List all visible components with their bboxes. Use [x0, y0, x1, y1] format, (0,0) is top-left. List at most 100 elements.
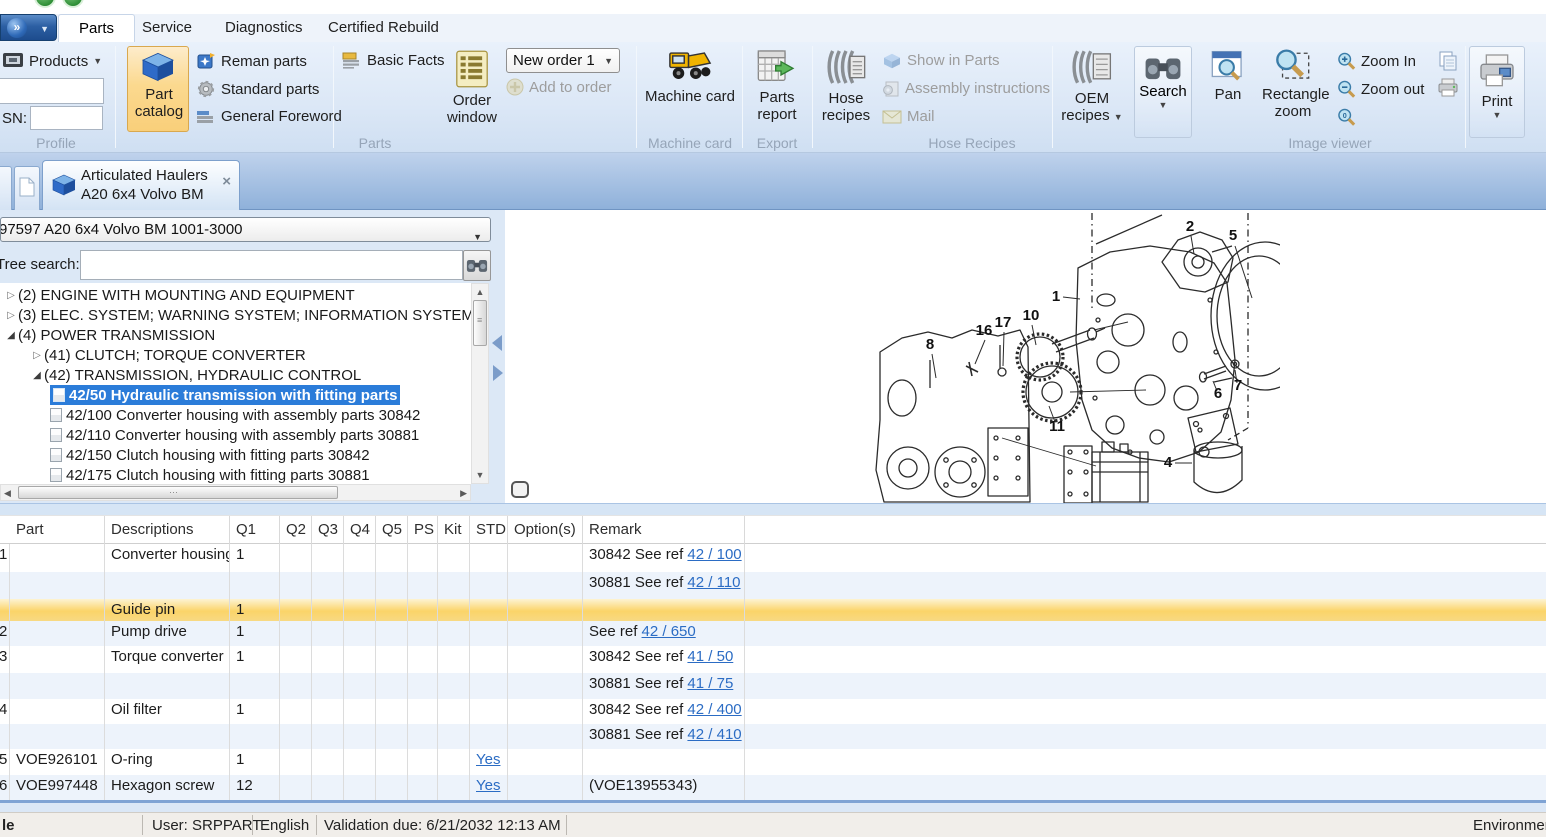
rectangle-zoom-button[interactable]: Rectangle zoom [1262, 46, 1324, 134]
new-order-select[interactable]: New order 1 ▼ [506, 48, 620, 73]
tree-item-leaf[interactable]: 42/110 Converter housing with assembly p… [50, 427, 419, 444]
show-in-parts-button[interactable]: Show in Parts [882, 52, 1000, 69]
close-icon[interactable]: × [222, 173, 231, 190]
tree-item-leaf[interactable]: 42/150 Clutch housing with fitting parts… [50, 447, 370, 464]
profile-input[interactable] [0, 78, 104, 104]
sn-input[interactable] [30, 106, 103, 130]
scroll-down-icon[interactable]: ▼ [472, 470, 488, 480]
see-ref-link[interactable]: 42 / 650 [642, 623, 696, 640]
oem-recipes-button[interactable]: OEM recipes ▼ [1058, 46, 1126, 134]
mail-button[interactable]: Mail [882, 108, 935, 125]
tree-search-button[interactable] [463, 250, 491, 281]
table-row[interactable]: 2Pump drive1See ref 42 / 650 [0, 621, 1546, 646]
tab-service[interactable]: Service [122, 14, 212, 42]
table-row[interactable]: 6VOE997448Hexagon screw12Yes(VOE13955343… [0, 775, 1546, 800]
table-row[interactable]: 30881 See ref 41 / 75 [0, 673, 1546, 699]
column-header[interactable]: Kit [438, 516, 470, 544]
column-header[interactable]: Remark [583, 516, 745, 544]
see-ref-link[interactable]: 42 / 400 [687, 701, 741, 718]
tab-certified-rebuild[interactable]: Certified Rebuild [308, 14, 459, 42]
tree-collapsed-icon[interactable]: ▷ [30, 350, 44, 361]
column-header[interactable]: Part [10, 516, 105, 544]
tree-item[interactable]: ▷(2) ENGINE WITH MOUNTING AND EQUIPMENT [4, 285, 355, 305]
see-ref-link[interactable]: 42 / 110 [687, 574, 740, 591]
table-row[interactable]: 30881 See ref 42 / 410 [0, 724, 1546, 749]
see-ref-link[interactable]: 41 / 50 [687, 648, 733, 665]
tree-collapsed-icon[interactable]: ▷ [4, 310, 18, 321]
model-select[interactable]: 97597 A20 6x4 Volvo BM 1001-3000 ▼ [0, 217, 491, 242]
zoom-in-button[interactable]: Zoom In [1337, 52, 1416, 70]
table-row[interactable]: 1Converter housing130842 See ref 42 / 10… [0, 544, 1546, 572]
tree-expanded-icon[interactable]: ◢ [4, 330, 18, 341]
column-header[interactable]: Q3 [312, 516, 344, 544]
tree-item[interactable]: ◢(42) TRANSMISSION, HYDRAULIC CONTROL [30, 365, 361, 385]
general-foreword-button[interactable]: General Foreword [196, 108, 342, 125]
order-window-button[interactable]: Order window [448, 46, 496, 134]
tab-articulated-haulers[interactable]: Articulated Haulers A20 6x4 Volvo BM × [42, 160, 240, 210]
window-button-icon[interactable] [62, 0, 84, 8]
pan-button[interactable]: Pan [1204, 46, 1252, 134]
see-ref-link[interactable]: 41 / 75 [687, 675, 733, 692]
table-row[interactable]: 5VOE926101O-ring1Yes [0, 749, 1546, 775]
splitter-collapse-left-icon[interactable] [492, 335, 502, 351]
column-header[interactable]: Q4 [344, 516, 376, 544]
reman-parts-button[interactable]: Reman parts [196, 52, 307, 70]
tree-item[interactable]: ▷(3) ELEC. SYSTEM; WARNING SYSTEM; INFOR… [4, 305, 471, 325]
column-header[interactable]: Q2 [280, 516, 312, 544]
column-header[interactable]: STD [470, 516, 508, 544]
see-ref-link[interactable]: 42 / 410 [687, 726, 741, 743]
tree-hscrollbar[interactable]: ◀ ⋯ ▶ [0, 484, 471, 501]
tree-expanded-icon[interactable]: ◢ [30, 370, 44, 381]
add-to-order-button[interactable]: Add to order [506, 78, 612, 96]
scroll-right-icon[interactable]: ▶ [460, 488, 467, 499]
partial-tab[interactable] [0, 166, 12, 210]
quick-print-button[interactable] [1437, 78, 1459, 98]
tab-diagnostics[interactable]: Diagnostics [205, 14, 323, 42]
tree-vscrollbar[interactable]: ▲ ≡ ▼ [471, 283, 489, 484]
tree-item-leaf[interactable]: 42/100 Converter housing with assembly p… [50, 407, 420, 424]
products-button[interactable]: Products ▼ [2, 52, 102, 70]
application-menu-button[interactable]: » ▼ [0, 14, 57, 41]
standard-parts-button[interactable]: Standard parts [196, 80, 319, 98]
tree-collapsed-icon[interactable]: ▷ [4, 290, 18, 301]
copy-image-button[interactable] [1437, 50, 1459, 72]
column-header[interactable]: PS [408, 516, 438, 544]
std-link[interactable]: Yes [476, 777, 500, 794]
tree-item[interactable]: 42/100 Converter housing with assembly p… [50, 405, 420, 425]
table-row[interactable]: 30881 See ref 42 / 110 [0, 572, 1546, 599]
assembly-instructions-button[interactable]: Assembly instructions [882, 80, 1050, 97]
column-header[interactable]: Q1 [230, 516, 280, 544]
window-button-icon[interactable] [34, 0, 56, 8]
tree-item-leaf[interactable]: 42/175 Clutch housing with fitting parts… [50, 467, 370, 484]
new-tab-button[interactable] [14, 166, 40, 210]
tree-item[interactable]: 42/110 Converter housing with assembly p… [50, 425, 419, 445]
tree-item[interactable]: ▷(41) CLUTCH; TORQUE CONVERTER [30, 345, 306, 365]
tree-hscroll-thumb[interactable]: ⋯ [18, 486, 338, 499]
see-ref-link[interactable]: 42 / 100 [687, 546, 741, 563]
splitter-expand-right-icon[interactable] [493, 365, 503, 381]
tree-item[interactable]: 42/150 Clutch housing with fitting parts… [50, 445, 370, 465]
scroll-up-icon[interactable]: ▲ [472, 287, 488, 297]
table-row-highlighted[interactable]: Guide pin1 [0, 599, 1546, 621]
table-row[interactable]: 4Oil filter130842 See ref 42 / 400 [0, 699, 1546, 724]
image-viewer[interactable]: 125816171011674 [505, 210, 1546, 503]
search-button[interactable]: Search ▼ [1134, 46, 1192, 138]
tree-item[interactable]: 42/175 Clutch housing with fitting parts… [50, 465, 370, 484]
tree-item[interactable]: ◢(4) POWER TRANSMISSION [4, 325, 215, 345]
scroll-left-icon[interactable]: ◀ [4, 488, 11, 499]
part-catalog-button[interactable]: Part catalog [127, 46, 189, 132]
tree-vscroll-thumb[interactable]: ≡ [473, 300, 487, 346]
std-link[interactable]: Yes [476, 751, 500, 768]
machine-card-button[interactable]: Machine card [644, 46, 736, 134]
hose-recipes-button[interactable]: Hose recipes [818, 46, 874, 134]
resize-grip[interactable] [511, 481, 529, 498]
tree-search-input[interactable] [80, 250, 463, 280]
column-header[interactable]: Descriptions [105, 516, 230, 544]
tree-item-selected[interactable]: 42/50 Hydraulic transmission with fittin… [50, 385, 400, 405]
zoom-reset-button[interactable]: 0 [1337, 108, 1356, 126]
column-header[interactable]: Option(s) [508, 516, 583, 544]
print-button[interactable]: Print ▼ [1469, 46, 1525, 138]
parts-report-button[interactable]: Parts report [746, 46, 808, 134]
zoom-out-button[interactable]: Zoom out [1337, 80, 1424, 98]
basic-facts-button[interactable]: Basic Facts [342, 52, 445, 69]
